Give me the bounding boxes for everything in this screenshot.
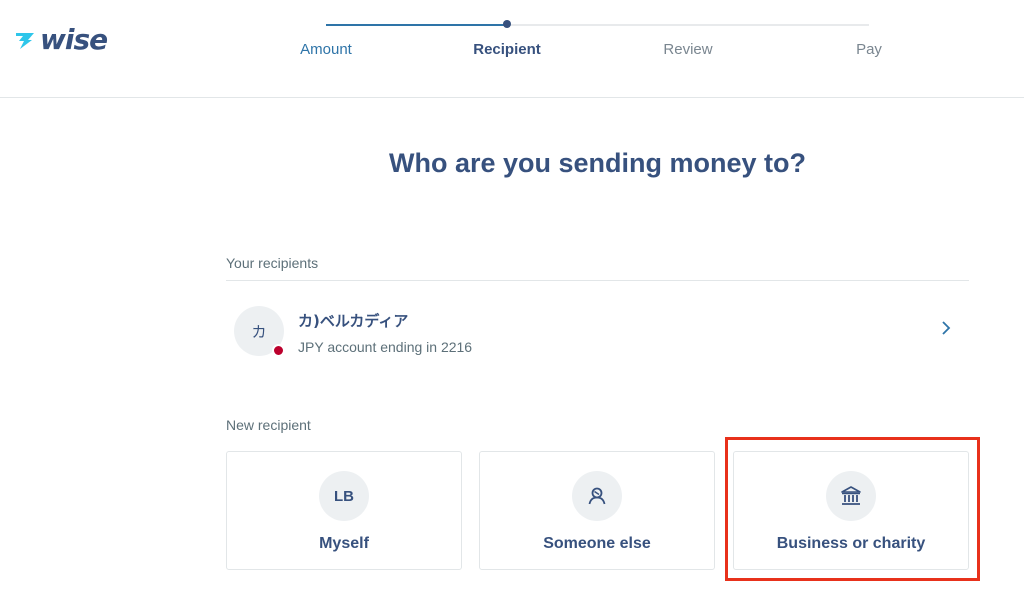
recipient-name: カ)ベルカディア: [298, 312, 409, 330]
your-recipients-heading: Your recipients: [226, 255, 319, 271]
step-review: Review: [663, 41, 713, 58]
japan-flag-icon: [272, 344, 285, 357]
business-or-charity-option[interactable]: Business or charity: [733, 451, 969, 570]
someone-else-label: Someone else: [543, 535, 651, 552]
bank-icon: [826, 471, 876, 521]
section-divider: [226, 280, 969, 281]
business-or-charity-label: Business or charity: [776, 535, 926, 552]
page-title: Who are you sending money to?: [388, 148, 807, 178]
recipient-item[interactable]: カ カ)ベルカディア JPY account ending in 2216: [226, 296, 969, 368]
someone-else-option[interactable]: Someone else: [479, 451, 715, 570]
stepper-track-remaining: [507, 24, 869, 26]
avatar-initial: カ: [251, 322, 267, 341]
new-recipient-heading: New recipient: [226, 417, 311, 433]
avatar-initials: LB: [334, 487, 354, 505]
recipient-account: JPY account ending in 2216: [298, 339, 473, 355]
myself-label: Myself: [319, 535, 369, 552]
progress-stepper: Amount Recipient Review Pay: [0, 0, 1024, 97]
stepper-track-complete: [326, 24, 507, 26]
step-recipient: Recipient: [473, 41, 541, 58]
step-pay: Pay: [856, 41, 882, 58]
top-header: wise Amount Recipient Review Pay: [0, 0, 1024, 98]
chevron-right-icon: [942, 321, 951, 335]
person-icon: [572, 471, 622, 521]
step-amount[interactable]: Amount: [266, 41, 386, 58]
myself-option[interactable]: LB Myself: [226, 451, 462, 570]
current-step-dot: [503, 20, 511, 28]
initials-avatar: LB: [319, 471, 369, 521]
